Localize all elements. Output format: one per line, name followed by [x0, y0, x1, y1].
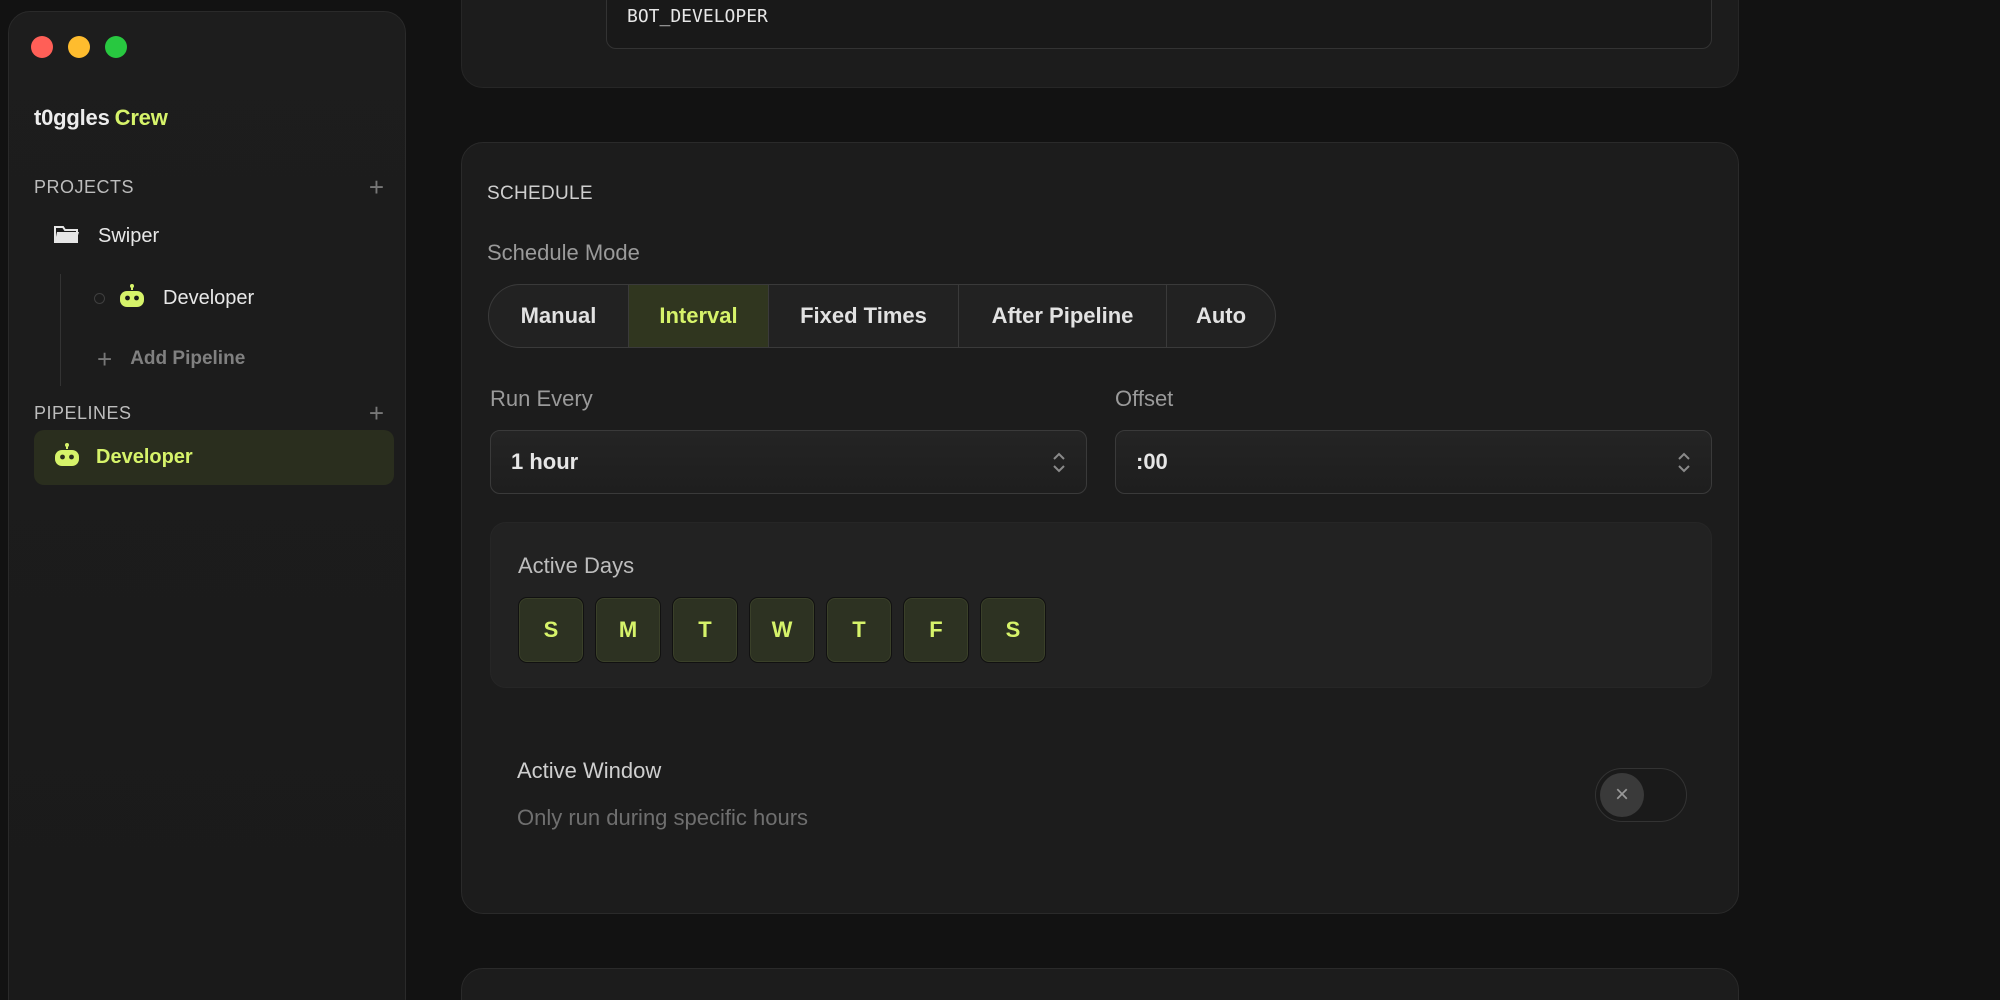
status-dot-icon: [94, 293, 105, 304]
day-toggle-friday[interactable]: F: [903, 597, 969, 663]
sidebar-project-swiper[interactable]: Swiper: [54, 224, 159, 249]
robot-icon: [119, 284, 145, 313]
mode-interval-button[interactable]: Interval: [629, 285, 769, 347]
app-brand: t0ggles Crew: [34, 105, 168, 131]
projects-label: PROJECTS: [34, 176, 135, 197]
day-toggle-monday[interactable]: M: [595, 597, 661, 663]
sidebar: t0ggles Crew PROJECTS + Swiper Developer…: [8, 11, 406, 1000]
mode-fixed-times-button[interactable]: Fixed Times: [769, 285, 959, 347]
chevron-updown-icon: [1052, 452, 1066, 473]
schedule-mode-selector: Manual Interval Fixed Times After Pipeli…: [488, 284, 1276, 348]
active-days-panel: Active Days S M T W T F S: [490, 522, 1712, 688]
mode-after-pipeline-button[interactable]: After Pipeline: [959, 285, 1167, 347]
folder-icon: [54, 224, 80, 249]
active-window-label: Active Window: [517, 758, 662, 783]
mode-auto-button[interactable]: Auto: [1167, 285, 1275, 347]
next-card: [461, 968, 1739, 1000]
close-window-button[interactable]: [31, 36, 53, 58]
active-window-description: Only run during specific hours: [517, 805, 809, 830]
schedule-mode-label: Schedule Mode: [487, 240, 640, 265]
identity-card: BOT_DEVELOPER: [461, 0, 1739, 88]
brand-name: t0ggles: [34, 105, 110, 130]
chevron-updown-icon: [1677, 452, 1691, 473]
active-window-toggle[interactable]: ×: [1595, 768, 1687, 822]
schedule-title: SCHEDULE: [487, 183, 593, 204]
offset-label: Offset: [1115, 386, 1174, 411]
run-every-label: Run Every: [490, 386, 593, 411]
robot-icon: [54, 443, 80, 472]
app-root: t0ggles Crew PROJECTS + Swiper Developer…: [0, 0, 2000, 1000]
mode-manual-button[interactable]: Manual: [489, 285, 629, 347]
schedule-card: SCHEDULE Schedule Mode Manual Interval F…: [461, 142, 1739, 914]
add-pipeline-label: Add Pipeline: [130, 348, 246, 369]
day-toggle-wednesday[interactable]: W: [749, 597, 815, 663]
add-pipeline-button[interactable]: + Add Pipeline: [97, 346, 245, 372]
active-days-label: Active Days: [518, 553, 635, 578]
minimize-window-button[interactable]: [68, 36, 90, 58]
day-toggle-tuesday[interactable]: T: [672, 597, 738, 663]
offset-value: :00: [1136, 449, 1168, 474]
pipelines-section-header: PIPELINES +: [34, 398, 384, 428]
day-toggle-group: S M T W T F S: [518, 597, 1046, 663]
day-toggle-sunday[interactable]: S: [518, 597, 584, 663]
tree-connector: [60, 274, 61, 386]
run-every-value: 1 hour: [511, 449, 579, 474]
zoom-window-button[interactable]: [105, 36, 127, 58]
window-controls: [31, 36, 127, 58]
pipeline-name: Developer: [163, 287, 255, 309]
day-toggle-saturday[interactable]: S: [980, 597, 1046, 663]
add-pipeline-plus-button[interactable]: +: [369, 400, 384, 426]
sidebar-item-active-pipeline[interactable]: Developer: [34, 430, 394, 485]
pipelines-label: PIPELINES: [34, 402, 132, 423]
bot-id-field[interactable]: BOT_DEVELOPER: [606, 0, 1712, 49]
brand-suffix: Crew: [114, 105, 168, 130]
project-name: Swiper: [98, 225, 160, 247]
run-every-select[interactable]: 1 hour: [490, 430, 1087, 494]
offset-select[interactable]: :00: [1115, 430, 1712, 494]
sidebar-project-pipeline[interactable]: Developer: [94, 284, 254, 313]
active-pipeline-name: Developer: [96, 446, 193, 468]
projects-section-header: PROJECTS +: [34, 172, 384, 202]
plus-icon: +: [97, 344, 113, 374]
close-icon: ×: [1600, 773, 1644, 817]
add-project-button[interactable]: +: [369, 174, 384, 200]
day-toggle-thursday[interactable]: T: [826, 597, 892, 663]
